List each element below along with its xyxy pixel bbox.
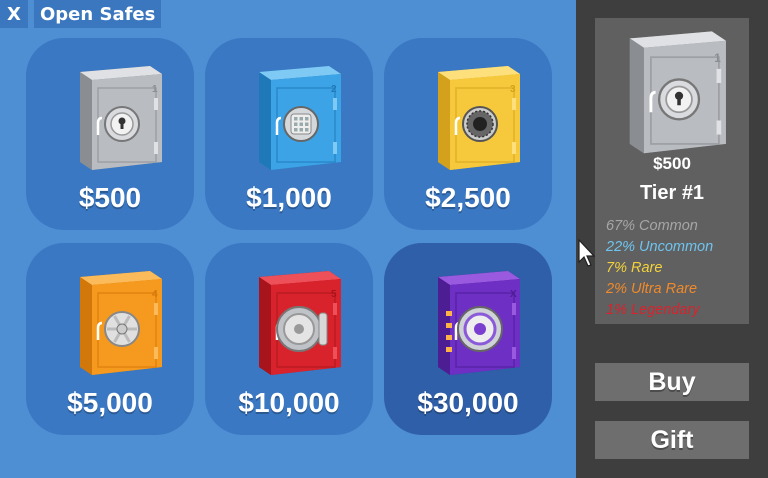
buy-button[interactable]: Buy bbox=[595, 363, 749, 401]
safe-card-tier-3[interactable]: 3 $2,500 bbox=[384, 38, 552, 230]
safe-icon: 2 bbox=[245, 58, 345, 174]
odds-ultra-rare: 2% Ultra Rare bbox=[606, 281, 698, 297]
odds-uncommon: 22% Uncommon bbox=[606, 239, 714, 255]
safe-price: $1,000 bbox=[246, 182, 332, 213]
page-title: Open Safes bbox=[34, 0, 162, 28]
odds-common: 67% Common bbox=[606, 218, 698, 234]
safe-card-tier-5[interactable]: 5 $10,000 bbox=[205, 243, 373, 435]
odds-legendary: 1% Legendary bbox=[606, 302, 700, 318]
odds-rare: 7% Rare bbox=[606, 260, 663, 276]
safe-icon: 4 bbox=[66, 263, 166, 379]
mouse-cursor-icon bbox=[577, 238, 597, 268]
safe-card-tier-x[interactable]: X $30,000 bbox=[384, 243, 552, 435]
selected-safe-icon: 1 bbox=[607, 22, 737, 158]
svg-text:5: 5 bbox=[331, 289, 337, 300]
gift-button[interactable]: Gift bbox=[595, 421, 749, 459]
title-bar: X Open Safes bbox=[0, 0, 162, 28]
safe-icon: 3 bbox=[424, 58, 524, 174]
safe-card-tier-1[interactable]: 1 $500 bbox=[26, 38, 194, 230]
safe-shop-panel: X Open Safes 1 $500 2 $1,000 3 $2,500 4 … bbox=[0, 0, 576, 478]
safe-icon: 5 bbox=[245, 263, 345, 379]
safe-icon: X bbox=[424, 263, 524, 379]
svg-text:4: 4 bbox=[152, 289, 158, 300]
safe-price: $30,000 bbox=[417, 387, 519, 418]
safe-price: $500 bbox=[78, 182, 142, 213]
svg-text:1: 1 bbox=[152, 84, 158, 95]
safe-card-tier-2[interactable]: 2 $1,000 bbox=[205, 38, 373, 230]
svg-text:1: 1 bbox=[714, 52, 721, 65]
safe-price: $2,500 bbox=[425, 182, 511, 213]
safe-price: $10,000 bbox=[238, 387, 340, 418]
safe-details-panel: 1 $500 Tier #1 67% Common 22% Uncommon 7… bbox=[595, 18, 749, 324]
safe-icon: 1 bbox=[66, 58, 166, 174]
safe-card-tier-4[interactable]: 4 $5,000 bbox=[26, 243, 194, 435]
svg-text:3: 3 bbox=[510, 84, 516, 95]
svg-text:X: X bbox=[510, 289, 517, 300]
svg-text:2: 2 bbox=[331, 84, 337, 95]
selected-safe-price: $500 bbox=[653, 154, 691, 173]
safe-price: $5,000 bbox=[67, 387, 153, 418]
details-sidebar: 1 $500 Tier #1 67% Common 22% Uncommon 7… bbox=[576, 0, 768, 478]
close-button[interactable]: X bbox=[0, 0, 28, 28]
drop-odds-list: 67% Common 22% Uncommon 7% Rare 2% Ultra… bbox=[606, 216, 713, 321]
selected-safe-tier: Tier #1 bbox=[639, 182, 705, 204]
